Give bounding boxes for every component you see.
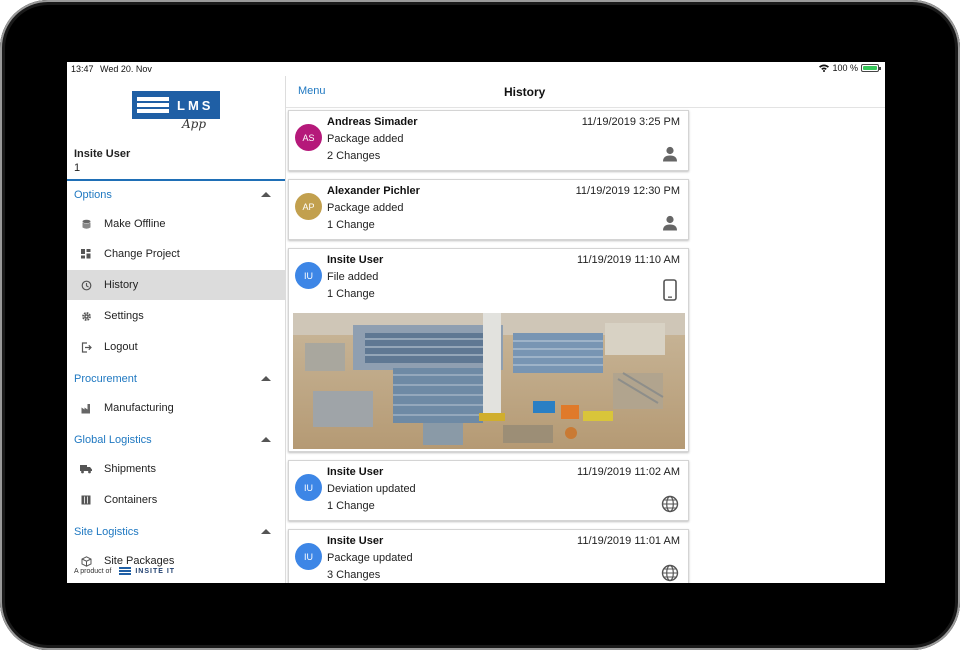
- caret-up-icon: [261, 529, 271, 534]
- sidebar-divider: [285, 76, 286, 583]
- battery-percent: 100 %: [832, 63, 858, 73]
- sidebar-item-label: Manufacturing: [104, 402, 174, 414]
- sidebar-item-label: Containers: [104, 494, 158, 506]
- top-navbar: Menu History: [286, 76, 885, 108]
- card-changes: 1 Change: [327, 288, 375, 300]
- history-card[interactable]: IU Insite User 11/19/2019 11:01 AM Packa…: [288, 529, 689, 583]
- logo-text: LMS: [177, 97, 214, 113]
- person-icon: [663, 146, 677, 162]
- sidebar-item-history[interactable]: History: [67, 270, 285, 300]
- section-site-logistics[interactable]: Site Logistics: [67, 518, 285, 546]
- sidebar-item-manufacturing[interactable]: Manufacturing: [67, 393, 285, 423]
- sidebar-item-label: History: [104, 279, 139, 291]
- product-prefix: A product of: [74, 567, 112, 575]
- section-global-logistics[interactable]: Global Logistics: [67, 426, 285, 454]
- dashboard-icon: [80, 248, 92, 260]
- avatar: AP: [295, 193, 322, 220]
- card-action: Package updated: [327, 552, 413, 564]
- history-icon: [80, 279, 92, 291]
- status-bar: 13:47 Wed 20. Nov 100 %: [67, 62, 885, 76]
- card-user-name: Insite User: [327, 535, 384, 547]
- truck-icon: [80, 463, 92, 475]
- avatar: IU: [295, 543, 322, 570]
- globe-icon: [661, 495, 679, 513]
- history-card[interactable]: AS Andreas Simader 11/19/2019 3:25 PM Pa…: [288, 110, 689, 171]
- sidebar-item-settings[interactable]: Settings: [67, 301, 285, 331]
- card-changes: 1 Change: [327, 219, 375, 231]
- sidebar-item-label: Shipments: [104, 463, 156, 475]
- section-label: Options: [74, 189, 112, 201]
- sidebar-item-containers[interactable]: Containers: [67, 485, 285, 515]
- sidebar-item-label: Change Project: [104, 248, 180, 260]
- sidebar-item-shipments[interactable]: Shipments: [67, 454, 285, 484]
- sidebar-item-label: Settings: [104, 310, 144, 322]
- caret-up-icon: [261, 376, 271, 381]
- card-timestamp: 11/19/2019 11:10 AM: [577, 254, 680, 266]
- sidebar-item-logout[interactable]: Logout: [67, 332, 285, 362]
- product-brand: INSITE IT: [135, 567, 176, 575]
- mobile-icon: [663, 279, 677, 301]
- lms-logo: LMS: [132, 91, 220, 119]
- section-label: Site Logistics: [74, 526, 139, 538]
- avatar: IU: [295, 474, 322, 501]
- section-label: Procurement: [74, 373, 137, 385]
- sidebar-item-label: Logout: [104, 341, 138, 353]
- insite-logo-icon: [119, 567, 132, 575]
- history-card[interactable]: IU Insite User 11/19/2019 11:02 AM Devia…: [288, 460, 689, 521]
- card-changes: 2 Changes: [327, 150, 381, 162]
- container-icon: [80, 494, 92, 506]
- caret-up-icon: [261, 437, 271, 442]
- database-icon: [80, 218, 92, 230]
- card-timestamp: 11/19/2019 12:30 PM: [575, 185, 680, 197]
- battery-icon: [861, 64, 881, 72]
- sidebar-item-make-offline[interactable]: Make Offline: [67, 209, 285, 239]
- user-id: 1: [74, 162, 81, 174]
- card-changes: 1 Change: [327, 500, 375, 512]
- card-timestamp: 11/19/2019 11:02 AM: [577, 466, 680, 478]
- history-card[interactable]: IU Insite User 11/19/2019 11:10 AM File …: [288, 248, 689, 452]
- construction-site-photo[interactable]: [293, 313, 685, 449]
- sidebar: LMS App Insite User 1 Options Make Offli…: [67, 76, 285, 583]
- card-changes: 3 Changes: [327, 569, 381, 581]
- gear-icon: [80, 310, 92, 322]
- card-timestamp: 11/19/2019 11:01 AM: [577, 535, 680, 547]
- card-user-name: Andreas Simader: [327, 116, 418, 128]
- sidebar-item-label: Site Packages: [104, 555, 175, 567]
- section-label: Global Logistics: [74, 434, 152, 446]
- person-icon: [663, 215, 677, 231]
- globe-icon: [661, 564, 679, 582]
- avatar: IU: [295, 262, 322, 289]
- status-date: Wed 20. Nov: [100, 64, 152, 74]
- card-timestamp: 11/19/2019 3:25 PM: [581, 116, 680, 128]
- factory-icon: [80, 402, 92, 414]
- section-procurement[interactable]: Procurement: [67, 365, 285, 393]
- card-action: Deviation updated: [327, 483, 416, 495]
- card-action: Package added: [327, 202, 404, 214]
- card-user-name: Alexander Pichler: [327, 185, 420, 197]
- avatar: AS: [295, 124, 322, 151]
- card-action: File added: [327, 271, 379, 283]
- user-name: Insite User: [74, 148, 131, 160]
- package-icon: [80, 555, 92, 567]
- logout-icon: [80, 341, 92, 353]
- history-card[interactable]: AP Alexander Pichler 11/19/2019 12:30 PM…: [288, 179, 689, 240]
- caret-up-icon: [261, 192, 271, 197]
- card-user-name: Insite User: [327, 254, 384, 266]
- product-footer: A product of INSITE IT: [74, 567, 175, 575]
- sidebar-item-label: Make Offline: [104, 218, 166, 230]
- logo-subtitle: App: [182, 117, 207, 131]
- status-time: 13:47: [71, 64, 94, 74]
- page-title: History: [504, 85, 546, 99]
- section-options[interactable]: Options: [67, 181, 285, 209]
- card-action: Package added: [327, 133, 404, 145]
- card-user-name: Insite User: [327, 466, 384, 478]
- menu-button[interactable]: Menu: [298, 85, 326, 97]
- sidebar-item-change-project[interactable]: Change Project: [67, 239, 285, 269]
- app-screen: 13:47 Wed 20. Nov 100 % LMS App Insite U…: [67, 62, 885, 583]
- wifi-icon: [819, 64, 830, 72]
